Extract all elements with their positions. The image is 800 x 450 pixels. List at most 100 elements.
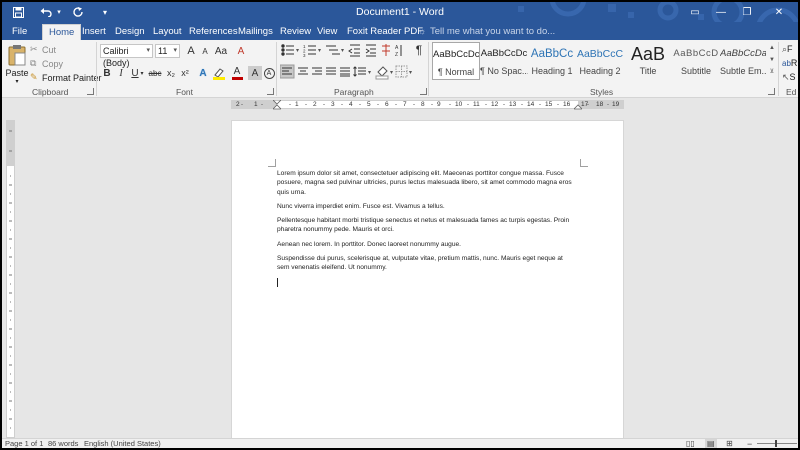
paragraph-tools: ▾ 123 ▾ ▾ AZ ▾ ▾ ▾: [280, 44, 412, 80]
left-indent-marker-icon[interactable]: [273, 100, 281, 110]
character-shading-button[interactable]: A: [248, 66, 262, 80]
close-button[interactable]: ✕: [766, 2, 792, 22]
style-subtitle[interactable]: AaBbCcD Subtitle: [672, 42, 720, 80]
tab-home[interactable]: Home: [42, 24, 82, 40]
clear-formatting-button[interactable]: A: [234, 44, 248, 58]
paragraph-launcher-icon[interactable]: [420, 88, 427, 95]
tab-design[interactable]: Design: [115, 24, 145, 40]
font-color-button[interactable]: A: [230, 66, 244, 80]
font-size-combo[interactable]: 11 ▾: [155, 44, 180, 58]
highlighter-icon: [213, 67, 225, 80]
svg-text:▾: ▾: [341, 48, 344, 54]
find-button[interactable]: ⌕ F: [782, 43, 793, 55]
copy-button[interactable]: ⧉ Copy: [30, 57, 63, 70]
replace-button[interactable]: ab R: [782, 57, 797, 69]
superscript-button[interactable]: x²: [178, 66, 192, 80]
page-count[interactable]: Page 1 of 1: [5, 439, 43, 448]
style-normal[interactable]: AaBbCcDc ¶ Normal: [432, 42, 480, 80]
font-color-swatch: [231, 76, 243, 80]
paste-dropdown-icon: ▾: [15, 79, 19, 85]
document-paragraph[interactable]: Lorem ipsum dolor sit amet, consectetuer…: [277, 169, 577, 197]
subscript-button[interactable]: x₂: [164, 66, 178, 80]
styles-gallery-scroll[interactable]: ▲ ▼ ⊻: [768, 42, 776, 80]
zoom-slider-thumb[interactable]: [775, 440, 777, 447]
bold-button[interactable]: B: [100, 66, 114, 80]
document-paragraph[interactable]: Suspendisse dui purus, scelerisque at, v…: [277, 254, 577, 273]
right-indent-marker-icon[interactable]: [574, 104, 582, 110]
style-subtle-emphasis[interactable]: AaBbCcDa Subtle Em...: [720, 42, 766, 80]
tab-mailings[interactable]: Mailings: [238, 24, 273, 40]
horizontal-ruler[interactable]: 2 1 1 2 3 4 5 6 7 8 9 10 11 12 13 14 15 …: [231, 100, 624, 110]
italic-button[interactable]: I: [114, 66, 128, 80]
document-paragraph[interactable]: Nunc viverra imperdiet enim. Fusce est. …: [277, 202, 577, 211]
tab-foxit-reader-pdf[interactable]: Foxit Reader PDF: [347, 24, 423, 40]
borders-icon: [395, 65, 408, 78]
web-layout-icon[interactable]: ⊞: [726, 439, 733, 448]
select-button[interactable]: ↖ S: [782, 71, 796, 83]
enclose-characters-button[interactable]: A: [262, 66, 276, 80]
cut-button[interactable]: ✂ Cut: [30, 43, 56, 56]
grow-font-button[interactable]: A: [184, 44, 198, 58]
clipboard-launcher-icon[interactable]: [87, 88, 94, 95]
increase-indent-icon: [365, 44, 376, 57]
strikethrough-button[interactable]: abc: [147, 66, 163, 80]
zoom-slider[interactable]: [757, 443, 797, 444]
format-painter-button[interactable]: ✎ Format Painter: [30, 71, 102, 84]
ribbon-tabs: File Home Insert Design Layout Reference…: [2, 22, 798, 40]
cut-label: Cut: [42, 44, 57, 55]
scissors-icon: ✂: [30, 44, 38, 54]
text-effects-button[interactable]: A: [196, 66, 210, 80]
asian-layout-icon: [382, 44, 390, 56]
bullets-icon: [281, 44, 294, 56]
font-name-combo[interactable]: Calibri (Body) ▾: [100, 44, 153, 68]
underline-dropdown-icon[interactable]: ▾: [139, 66, 145, 80]
read-mode-icon[interactable]: ▯▯: [686, 439, 695, 448]
ruler-label: 15: [545, 101, 553, 108]
style-heading-2[interactable]: AaBbCcC Heading 2: [576, 42, 624, 80]
editing-group-label: Ed: [786, 87, 797, 97]
svg-text:3: 3: [303, 53, 306, 58]
paste-label: Paste: [5, 68, 29, 78]
multilevel-list-icon: [326, 45, 340, 55]
document-paragraph[interactable]: Aenean nec lorem. In porttitor. Donec la…: [277, 240, 577, 249]
document-page[interactable]: Lorem ipsum dolor sit amet, consectetuer…: [231, 120, 624, 440]
document-paragraph[interactable]: Pellentesque habitant morbi tristique se…: [277, 216, 577, 235]
styles-group-label: Styles: [590, 87, 614, 97]
align-left-icon: [280, 64, 295, 79]
styles-launcher-icon[interactable]: [768, 88, 775, 95]
copy-icon: ⧉: [30, 58, 37, 68]
tab-file[interactable]: File: [12, 24, 27, 40]
change-case-button[interactable]: Aa: [214, 44, 228, 58]
ruler-label: 1: [295, 101, 299, 108]
shrink-font-button[interactable]: A: [198, 44, 212, 58]
print-layout-icon[interactable]: ▤: [705, 439, 717, 448]
style-no-spacing[interactable]: AaBbCcDc ¶ No Spac...: [480, 42, 528, 80]
svg-text:▾: ▾: [368, 70, 371, 76]
style-heading-1[interactable]: AaBbCc Heading 1: [528, 42, 576, 80]
tab-review[interactable]: Review: [280, 24, 311, 40]
language-status[interactable]: English (United States): [84, 439, 161, 448]
tab-layout[interactable]: Layout: [153, 24, 182, 40]
highlight-button[interactable]: [212, 66, 226, 80]
font-launcher-icon[interactable]: [267, 88, 274, 95]
tab-view[interactable]: View: [317, 24, 337, 40]
style-title[interactable]: AaB Title: [624, 42, 672, 80]
minimize-button[interactable]: —: [708, 2, 734, 22]
line-spacing-icon: [353, 66, 366, 77]
ribbon-display-options-button[interactable]: ▭: [682, 2, 708, 22]
word-count[interactable]: 86 words: [48, 439, 78, 448]
distributed-icon: [340, 67, 350, 77]
vertical-ruler[interactable]: [6, 120, 15, 438]
tab-references[interactable]: References: [189, 24, 238, 40]
ruler-label: 5: [367, 101, 371, 108]
ruler-label: 12: [491, 101, 499, 108]
tab-insert[interactable]: Insert: [82, 24, 106, 40]
show-hide-formatting-button[interactable]: ¶: [412, 43, 426, 57]
zoom-out-icon[interactable]: −: [747, 439, 752, 448]
ruler-label: 2: [236, 101, 240, 108]
title-bar: ▾ ▾ Document1 - Word ▭ — ❐ ✕: [2, 2, 798, 53]
restore-button[interactable]: ❐: [734, 2, 760, 22]
paste-button[interactable]: Paste ▾: [5, 42, 29, 86]
clipboard-group-label: Clipboard: [32, 87, 69, 97]
tell-me-search[interactable]: Tell me what you want to do...: [430, 24, 555, 40]
